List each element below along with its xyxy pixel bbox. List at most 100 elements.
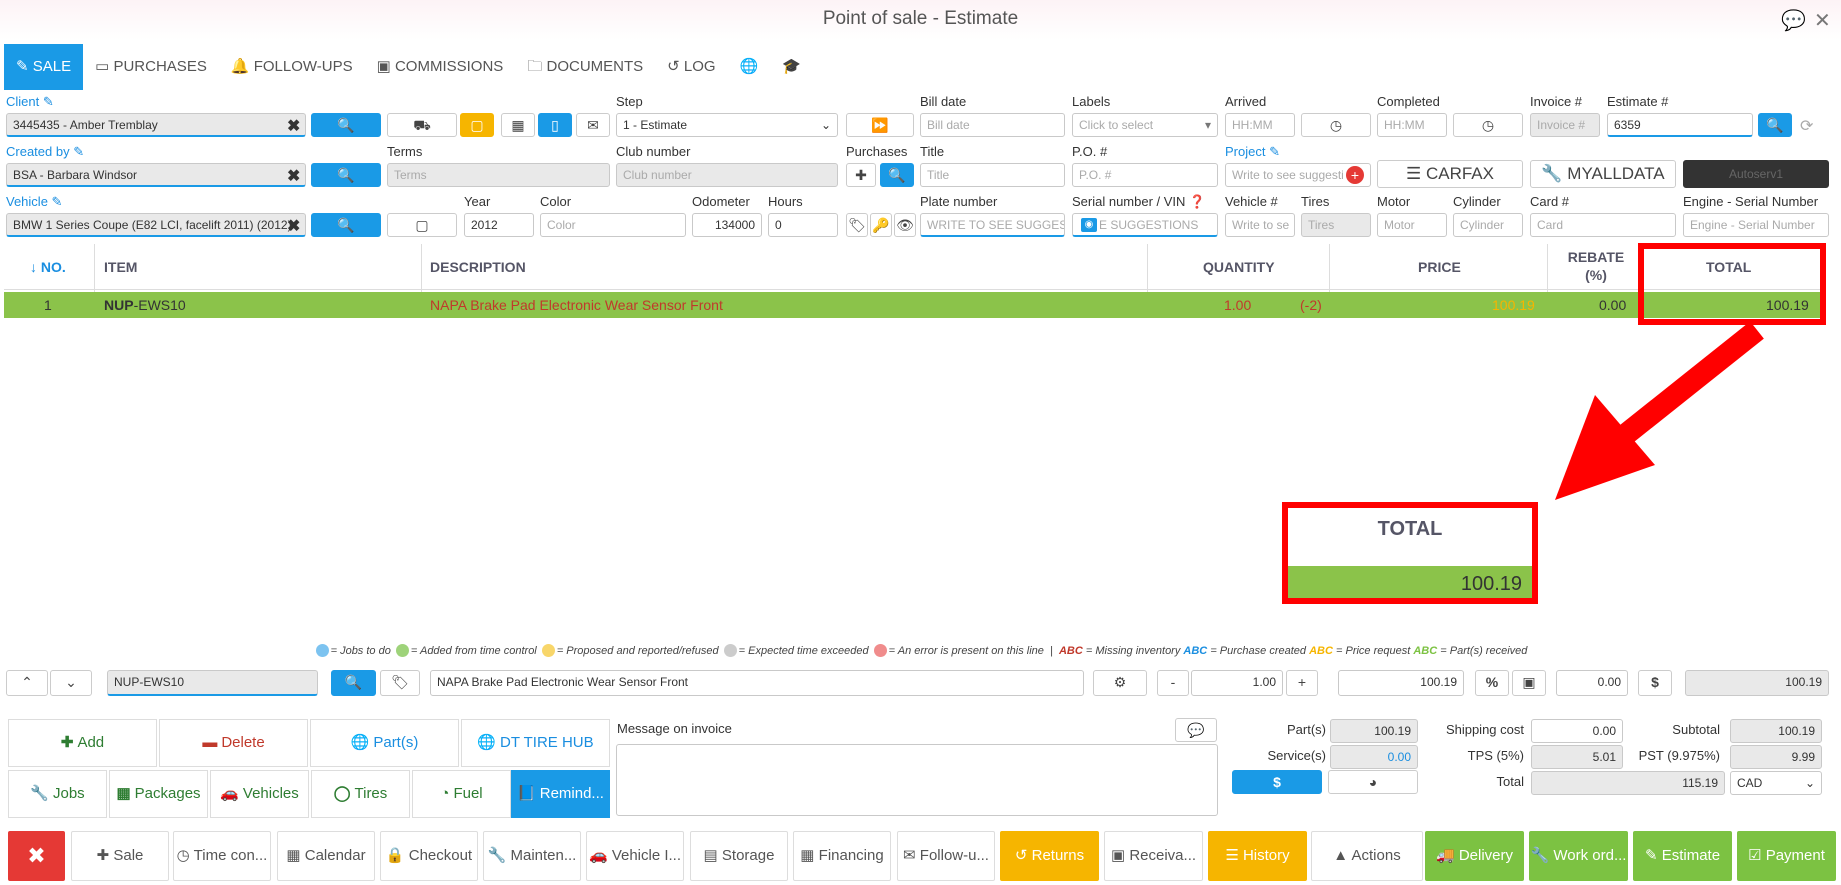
autoserv-button[interactable]: Autoserv1: [1683, 160, 1829, 188]
reminders-button[interactable]: 📘 Remind...: [511, 770, 610, 818]
note-button[interactable]: ▢: [460, 113, 494, 137]
payment-button[interactable]: ☑ Payment: [1737, 831, 1836, 881]
key-button[interactable]: 🔑: [870, 213, 892, 237]
clear-vehicle-icon[interactable]: ✖: [287, 216, 300, 236]
client-label[interactable]: Client ✎: [6, 94, 54, 110]
table-row[interactable]: 1 NUP-EWS10 NAPA Brake Pad Electronic We…: [4, 292, 1826, 318]
terms-input[interactable]: Terms: [387, 163, 610, 187]
club-number-input[interactable]: Club number: [616, 163, 838, 187]
vehicles-button[interactable]: 🚗 Vehicles: [210, 770, 309, 818]
currency-dollar-button[interactable]: $: [1232, 770, 1322, 794]
tag-button[interactable]: 🏷: [846, 213, 868, 237]
tab-follow-ups[interactable]: 🔔 FOLLOW-UPS: [219, 44, 365, 90]
dt-tire-hub-button[interactable]: 🌐 DT TIRE HUB: [461, 719, 610, 767]
close-icon[interactable]: ✕: [1814, 8, 1831, 33]
tab-log[interactable]: ↺ LOG: [655, 44, 727, 90]
client-search-button[interactable]: 🔍: [311, 113, 381, 137]
clear-created-by-icon[interactable]: ✖: [287, 166, 300, 186]
created-by-input[interactable]: BSA - Barbara Windsor: [6, 163, 306, 187]
plate-input[interactable]: WRITE TO SEE SUGGEST: [920, 213, 1065, 237]
help-icon[interactable]: ❓: [1189, 194, 1205, 209]
packages-button[interactable]: ▦ Packages: [109, 770, 208, 818]
tires-button[interactable]: ◯ Tires: [311, 770, 410, 818]
carfax-button[interactable]: ☰ CARFAX: [1377, 160, 1523, 188]
created-by-label[interactable]: Created by ✎: [6, 144, 84, 160]
line-description-input[interactable]: NAPA Brake Pad Electronic Wear Sensor Fr…: [430, 670, 1084, 696]
add-purchase-button[interactable]: ✚: [846, 163, 876, 187]
fuel-button[interactable]: ◔ Fuel: [412, 770, 511, 818]
move-down-button[interactable]: ⌄: [50, 670, 92, 696]
pie-chart-button[interactable]: ◕: [1328, 770, 1418, 794]
message-comment-button[interactable]: 💬: [1175, 718, 1217, 742]
project-label[interactable]: Project ✎: [1225, 144, 1280, 160]
history-button[interactable]: ☰ History: [1208, 831, 1307, 881]
binoculars-button[interactable]: ⛟: [387, 113, 457, 137]
myalldata-button[interactable]: 🔧 MYALLDATA: [1530, 160, 1676, 188]
delete-button[interactable]: ▬ Delete: [159, 719, 308, 767]
year-input[interactable]: 2012: [464, 213, 534, 237]
arrived-input[interactable]: HH:MM: [1225, 113, 1295, 137]
shipping-input[interactable]: 0.00: [1531, 719, 1623, 743]
parts-button[interactable]: 🌐 Part(s): [310, 719, 459, 767]
labels-select[interactable]: Click to select ▾: [1072, 113, 1218, 137]
cylinder-input[interactable]: Cylinder: [1453, 213, 1523, 237]
card-input[interactable]: Card: [1530, 213, 1676, 237]
qty-plus-button[interactable]: +: [1286, 670, 1318, 696]
financing-button[interactable]: ▦ Financing: [793, 831, 891, 881]
refresh-icon[interactable]: ⟳: [1800, 116, 1813, 136]
created-by-search-button[interactable]: 🔍: [311, 163, 381, 187]
email-button[interactable]: ✉: [576, 113, 610, 137]
new-sale-button[interactable]: ✚ Sale: [71, 831, 169, 881]
motor-input[interactable]: Motor: [1377, 213, 1447, 237]
storage-button[interactable]: ▤ Storage: [690, 831, 788, 881]
step-select[interactable]: 1 - Estimate ⌄: [616, 113, 838, 137]
currency-select[interactable]: CAD ⌄: [1730, 771, 1822, 795]
calendar-button[interactable]: ▦: [501, 113, 535, 137]
tires-input[interactable]: Tires: [1301, 213, 1371, 237]
add-button[interactable]: ✚ Add: [8, 719, 157, 767]
camera-icon[interactable]: ◉: [1081, 218, 1097, 232]
bill-date-input[interactable]: Bill date: [920, 113, 1065, 137]
dollar-button[interactable]: $: [1638, 670, 1672, 696]
time-control-button[interactable]: ◷ Time con...: [173, 831, 271, 881]
estimate-search-button[interactable]: 🔍: [1758, 113, 1792, 137]
po-input[interactable]: P.O. #: [1072, 163, 1218, 187]
move-up-button[interactable]: ⌃: [6, 670, 48, 696]
hours-input[interactable]: 0: [768, 213, 838, 237]
maintenance-button[interactable]: 🔧 Mainten...: [483, 831, 581, 881]
vehicle-info-button[interactable]: 🚗 Vehicle I...: [586, 831, 684, 881]
clear-client-icon[interactable]: ✖: [287, 116, 300, 136]
vehicle-input[interactable]: BMW 1 Series Coupe (E82 LCI, facelift 20…: [6, 213, 306, 237]
vehicle-search-button[interactable]: 🔍: [311, 213, 381, 237]
tab-documents[interactable]: 🗀 DOCUMENTS: [515, 44, 655, 90]
checkout-button[interactable]: 🔒 Checkout: [380, 831, 478, 881]
jobs-button[interactable]: 🔧 Jobs: [8, 770, 107, 818]
vehicle-number-input[interactable]: Write to se: [1225, 213, 1295, 237]
odometer-input[interactable]: 134000: [692, 213, 762, 237]
col-no[interactable]: ↓ NO.: [30, 244, 66, 290]
add-project-icon[interactable]: +: [1346, 166, 1364, 184]
estimate-input[interactable]: 6359: [1607, 113, 1753, 137]
tab-purchases[interactable]: ▭ PURCHASES: [83, 44, 219, 90]
chat-icon[interactable]: 💬: [1781, 8, 1806, 33]
completed-clock-button[interactable]: ◷: [1453, 113, 1523, 137]
qty-minus-button[interactable]: -: [1157, 670, 1189, 696]
actions-menu-button[interactable]: ▲ Actions: [1311, 831, 1423, 881]
arrived-clock-button[interactable]: ◷: [1301, 113, 1371, 137]
title-input[interactable]: Title: [920, 163, 1065, 187]
line-item-search-button[interactable]: 🔍: [331, 670, 376, 696]
engine-serial-input[interactable]: Engine - Serial Number: [1683, 213, 1829, 237]
completed-input[interactable]: HH:MM: [1377, 113, 1447, 137]
work-order-button[interactable]: 🔧 Work ord...: [1529, 831, 1628, 881]
receivables-button[interactable]: ▣ Receiva...: [1104, 831, 1203, 881]
calendar-bottom-button[interactable]: ▦ Calendar: [277, 831, 375, 881]
line-price-input[interactable]: 100.19: [1338, 670, 1464, 696]
delivery-button[interactable]: 🚚 Delivery: [1425, 831, 1524, 881]
line-item-tag-button[interactable]: 🏷: [380, 670, 420, 696]
tab-sale[interactable]: ✎ SALE: [4, 44, 84, 90]
eye-button[interactable]: 👁: [894, 213, 916, 237]
message-textarea[interactable]: [616, 744, 1218, 816]
vehicle-note-button[interactable]: ▢: [387, 213, 457, 237]
vehicle-label[interactable]: Vehicle ✎: [6, 194, 62, 210]
purchase-search-button[interactable]: 🔍: [880, 163, 914, 187]
